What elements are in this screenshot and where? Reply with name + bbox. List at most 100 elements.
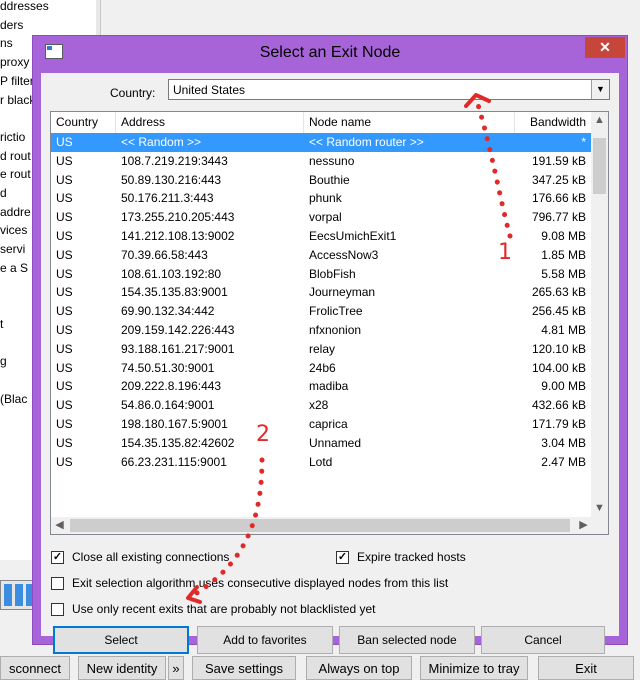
expire-hosts-checkbox[interactable]: ✓ xyxy=(336,551,349,564)
background-list-item: d rout xyxy=(0,148,31,163)
cell-node-name: madiba xyxy=(309,379,349,394)
table-row[interactable]: US 93.188.161.217:9001 relay 120.10 kB xyxy=(51,340,592,359)
cell-node-name: AccessNow3 xyxy=(309,247,379,262)
consecutive-nodes-checkbox[interactable] xyxy=(51,577,64,590)
table-row[interactable]: US 209.222.8.196:443 madiba 9.00 MB xyxy=(51,377,592,396)
cell-node-name: vorpal xyxy=(309,210,342,225)
table-row[interactable]: US 54.86.0.164:9001 x28 432.66 kB xyxy=(51,396,592,415)
cell-address: 54.86.0.164:9001 xyxy=(121,398,215,413)
column-header-country[interactable]: Country xyxy=(51,112,116,133)
table-row[interactable]: US 50.176.211.3:443 phunk 176.66 kB xyxy=(51,189,592,208)
cell-address: 173.255.210.205:443 xyxy=(121,210,235,225)
cell-node-name: 24b6 xyxy=(309,360,336,375)
background-list-item: servi xyxy=(0,242,26,257)
table-row[interactable]: US 69.90.132.34:442 FrolicTree 256.45 kB xyxy=(51,302,592,321)
cell-bandwidth: 432.66 kB xyxy=(531,398,586,413)
cell-bandwidth: 191.59 kB xyxy=(531,153,586,168)
column-header-node-name[interactable]: Node name xyxy=(304,112,515,133)
table-row[interactable]: US 66.23.231.115:9001 Lotd 2.47 MB xyxy=(51,453,592,472)
ban-selected-node-button[interactable]: Ban selected node xyxy=(339,626,475,654)
new-identity-button[interactable]: New identity xyxy=(78,656,166,680)
annotation-label-2: 2 xyxy=(256,422,270,447)
exit-node-list[interactable]: Country Address Node name Bandwidth US <<… xyxy=(50,111,609,535)
column-header-address[interactable]: Address xyxy=(116,112,304,133)
table-row[interactable]: US 108.61.103.192:80 BlobFish 5.58 MB xyxy=(51,265,592,284)
cell-bandwidth: 796.77 kB xyxy=(531,210,586,225)
cell-address: 70.39.66.58:443 xyxy=(121,247,208,262)
table-row[interactable]: US 108.7.219.219:3443 nessuno 191.59 kB xyxy=(51,152,592,171)
background-list-item: r black xyxy=(0,92,36,107)
cell-node-name: << Random router >> xyxy=(309,135,424,149)
table-row[interactable]: US 209.159.142.226:443 nfxnonion 4.81 MB xyxy=(51,321,592,340)
list-rows: US << Random >> << Random router >> * US 108.… xyxy=(51,133,592,494)
cell-bandwidth: 9.08 MB xyxy=(541,229,586,243)
cell-country: US xyxy=(56,360,73,375)
scroll-up-icon[interactable]: ▲ xyxy=(591,112,608,129)
exit-button[interactable]: Exit xyxy=(538,656,634,680)
table-row[interactable]: US 74.50.51.30:9001 24b6 104.00 kB xyxy=(51,359,592,378)
annotation-label-1: 1 xyxy=(498,240,512,265)
close-icon[interactable]: ✕ xyxy=(585,37,625,58)
cell-node-name: FrolicTree xyxy=(309,304,363,319)
background-list-item: rictio xyxy=(0,129,26,144)
save-settings-button[interactable]: Save settings xyxy=(192,656,296,680)
country-select[interactable]: United States ▼ xyxy=(168,79,610,100)
horizontal-scrollbar[interactable]: ◀ ▶ xyxy=(51,517,592,534)
always-on-top-button[interactable]: Always on top xyxy=(306,656,412,680)
cell-address: 93.188.161.217:9001 xyxy=(121,341,235,356)
cell-bandwidth: * xyxy=(581,135,586,149)
cell-country: US xyxy=(56,266,73,281)
cell-country: US xyxy=(56,172,73,187)
cell-node-name: Journeyman xyxy=(309,285,376,300)
country-value: United States xyxy=(173,83,246,97)
more-button[interactable]: » xyxy=(168,656,184,680)
cell-node-name: relay xyxy=(309,341,336,356)
cancel-button[interactable]: Cancel xyxy=(481,626,605,654)
background-list-item: ddresses xyxy=(0,0,49,13)
table-row[interactable]: US 173.255.210.205:443 vorpal 796.77 kB xyxy=(51,208,592,227)
cell-bandwidth: 2.47 MB xyxy=(541,454,586,469)
column-header-bandwidth[interactable]: Bandwidth xyxy=(515,112,592,133)
cell-country: US xyxy=(56,341,73,356)
cell-node-name: Unnamed xyxy=(309,435,362,450)
close-connections-checkbox[interactable]: ✓ xyxy=(51,551,64,564)
cell-bandwidth: 120.10 kB xyxy=(531,341,586,356)
table-row[interactable]: US 154.35.135.83:9001 Journeyman 265.63 kB xyxy=(51,283,592,302)
recent-exits-checkbox[interactable] xyxy=(51,603,64,616)
cell-node-name: nfxnonion xyxy=(309,323,362,337)
table-row[interactable]: US << Random >> << Random router >> * xyxy=(51,133,592,152)
minimize-to-tray-button[interactable]: Minimize to tray xyxy=(420,656,528,680)
background-list-item: t xyxy=(0,316,4,331)
table-row[interactable]: US 154.35.135.82:42602 Unnamed 3.04 MB xyxy=(51,434,592,453)
table-row[interactable]: US 198.180.167.5:9001 caprica 171.79 kB xyxy=(51,415,592,434)
cell-country: US xyxy=(56,304,73,319)
cell-bandwidth: 347.25 kB xyxy=(531,172,586,187)
cell-address: 198.180.167.5:9001 xyxy=(121,417,228,431)
table-row[interactable]: US 50.89.130.216:443 Bouthie 347.25 kB xyxy=(51,171,592,190)
cell-bandwidth: 171.79 kB xyxy=(531,417,586,431)
chevron-down-icon[interactable]: ▼ xyxy=(591,80,609,99)
scrollbar-corner xyxy=(591,517,608,534)
cell-bandwidth: 176.66 kB xyxy=(531,191,586,206)
cell-bandwidth: 5.58 MB xyxy=(541,266,586,281)
add-to-favorites-button[interactable]: Add to favorites xyxy=(197,626,333,654)
consecutive-nodes-label: Exit selection algorithm uses consecutiv… xyxy=(72,576,449,590)
hscroll-thumb[interactable] xyxy=(70,519,570,532)
background-list-item: proxy xyxy=(0,55,30,70)
scroll-right-icon[interactable]: ▶ xyxy=(575,517,592,534)
background-list-item: vices xyxy=(0,223,28,238)
vertical-scrollbar[interactable]: ▲ ▼ xyxy=(591,112,608,517)
dialog-title: Select an Exit Node xyxy=(259,44,401,61)
scroll-thumb[interactable] xyxy=(593,138,606,194)
exit-node-dialog: Select an Exit Node ✕ Country: United St… xyxy=(33,36,627,654)
scroll-down-icon[interactable]: ▼ xyxy=(591,500,608,517)
close-connections-label: Close all existing connections xyxy=(72,550,230,564)
cell-country: US xyxy=(56,210,73,225)
scroll-left-icon[interactable]: ◀ xyxy=(51,517,68,534)
select-button[interactable]: Select xyxy=(53,626,189,654)
disconnect-button[interactable]: sconnect xyxy=(0,656,70,680)
country-label: Country: xyxy=(110,86,156,100)
cell-address: 66.23.231.115:9001 xyxy=(121,454,227,469)
dialog-body: Country: United States ▼ Country Address… xyxy=(41,73,619,654)
cell-country: US xyxy=(56,285,73,300)
